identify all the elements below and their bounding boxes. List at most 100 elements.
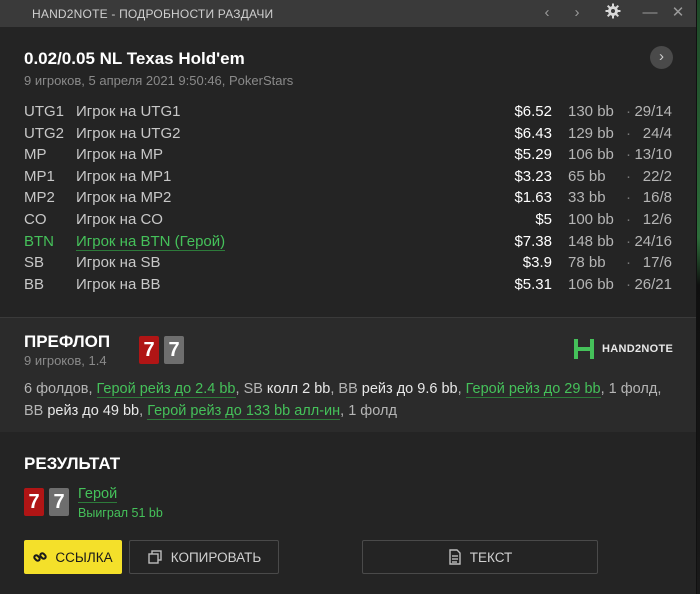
player-stack-bb: 129 bb	[568, 124, 614, 142]
player-stack-bb: 106 bb	[568, 146, 614, 164]
action-text: ,	[235, 381, 244, 397]
player-row: UTG1 Игрок на UTG1 $6.52 130 bb 29/14 ·	[24, 103, 676, 125]
player-name[interactable]: Игрок на MP1	[76, 168, 171, 185]
player-position: BB	[24, 275, 45, 293]
result-title: РЕЗУЛЬТАТ	[24, 454, 121, 473]
separator-dot: ·	[626, 103, 631, 120]
player-stack: $7.38	[514, 232, 552, 250]
player-name[interactable]: Игрок на BB	[76, 276, 160, 293]
player-stats: 17/6	[642, 254, 672, 272]
player-stats: 24/4	[642, 124, 672, 142]
player-stack: $3.9	[522, 254, 552, 272]
separator-dot: ·	[626, 210, 631, 228]
player-stack-bb: 148 bb	[568, 232, 614, 250]
copy-button-label: КОПИРОВАТЬ	[170, 549, 262, 565]
close-icon[interactable]: ✕	[668, 3, 688, 23]
player-row: BB Игрок на BB $5.31 106 bb 26/21 ·	[24, 276, 676, 298]
action-text: BB	[338, 381, 358, 397]
hand2note-logo: HAND2NOTE	[573, 338, 673, 360]
link-button[interactable]: ССЫЛКА	[24, 540, 122, 574]
action-text: колл 2 bb	[262, 381, 331, 397]
player-row: SB Игрок на SB $3.9 78 bb 17/6 ·	[24, 254, 676, 276]
minimize-icon[interactable]: —	[640, 3, 660, 23]
player-row: MP Игрок на MP $5.29 106 bb 13/10 ·	[24, 146, 676, 168]
player-stack: $5.31	[514, 275, 552, 293]
action-text: ,	[457, 381, 466, 397]
hand-details-window: HAND2NOTE - ПОДРОБНОСТИ РАЗДАЧИ ‹ › — ✕ …	[0, 0, 697, 594]
players-list: UTG1 Игрок на UTG1 $6.52 130 bb 29/14 · UTG2 Иг…	[24, 103, 676, 297]
hero-action[interactable]: Герой рейз до 29 bb	[465, 381, 601, 398]
player-position: BTN	[24, 232, 54, 250]
player-stats: 12/6	[642, 210, 672, 228]
separator-dot: ·	[626, 167, 631, 185]
text-button[interactable]: ТЕКСТ	[362, 540, 598, 574]
player-stats: 16/8	[642, 189, 672, 207]
player-name[interactable]: Игрок на MP2	[76, 189, 171, 206]
player-position: UTG1	[24, 103, 65, 120]
player-position: CO	[24, 210, 47, 228]
result-card-1: 7	[24, 488, 44, 516]
player-position: UTG2	[24, 124, 65, 142]
hole-card-2: 7	[164, 336, 184, 364]
text-button-label: ТЕКСТ	[469, 549, 513, 565]
player-stats: 26/21	[634, 275, 672, 293]
next-arrow-button[interactable]: ›	[650, 46, 673, 69]
action-text: SB	[243, 381, 263, 397]
player-stack: $5	[535, 210, 552, 228]
player-name[interactable]: Игрок на SB	[76, 254, 160, 271]
player-name[interactable]: Игрок на UTG2	[76, 125, 180, 142]
preflop-title: ПРЕФЛОП	[24, 332, 111, 351]
hero-action[interactable]: Герой рейз до 133 bb алл-ин	[147, 403, 341, 420]
action-text: рейз до 9.6 bb	[357, 381, 458, 397]
separator-dot: ·	[626, 275, 631, 293]
hand-subtitle: 9 игроков, 5 апреля 2021 9:50:46, PokerS…	[24, 73, 294, 88]
title-bar: HAND2NOTE - ПОДРОБНОСТИ РАЗДАЧИ ‹ › — ✕	[0, 0, 696, 27]
player-stack: $6.43	[514, 124, 552, 142]
result-card-2: 7	[49, 488, 69, 516]
player-stack: $3.23	[514, 167, 552, 185]
player-name[interactable]: Игрок на CO	[76, 211, 163, 228]
preflop-section: ПРЕФЛОП 9 игроков, 1.4 7 7 HAND2NOTE 6 ф…	[0, 317, 696, 432]
gear-icon[interactable]	[603, 3, 623, 23]
copy-button[interactable]: КОПИРОВАТЬ	[129, 540, 279, 574]
player-stack: $6.52	[514, 103, 552, 120]
separator-dot: ·	[626, 189, 631, 207]
hand-title: 0.02/0.05 NL Texas Hold'em	[24, 49, 245, 68]
hole-card-1: 7	[139, 336, 159, 364]
next-hand-icon[interactable]: ›	[567, 3, 587, 23]
player-stack-bb: 78 bb	[568, 254, 606, 272]
player-row: BTN Игрок на BTN (Герой) $7.38 148 bb 24/16 ·	[24, 233, 676, 255]
player-stack-bb: 33 bb	[568, 189, 606, 207]
player-name[interactable]: Игрок на UTG1	[76, 103, 180, 120]
separator-dot: ·	[626, 232, 631, 250]
result-won: Выиграл 51 bb	[78, 506, 163, 520]
separator-dot: ·	[626, 124, 631, 142]
player-stats: 24/16	[634, 232, 672, 250]
player-stats: 13/10	[634, 146, 672, 164]
action-text: рейз до 49 bb	[43, 403, 140, 419]
copy-icon	[147, 549, 163, 565]
action-text: ,	[139, 403, 148, 419]
hero-action[interactable]: Герой рейз до 2.4 bb	[96, 381, 236, 398]
player-stack: $5.29	[514, 146, 552, 164]
action-text: 6 фолдов,	[24, 381, 97, 397]
player-row: MP2 Игрок на MP2 $1.63 33 bb 16/8 ·	[24, 189, 676, 211]
player-name[interactable]: Игрок на BTN (Герой)	[76, 233, 226, 251]
window-title: HAND2NOTE - ПОДРОБНОСТИ РАЗДАЧИ	[32, 6, 274, 21]
prev-hand-icon[interactable]: ‹	[537, 3, 557, 23]
result-player-name[interactable]: Герой	[78, 486, 118, 503]
link-icon	[33, 550, 48, 564]
preflop-subtitle: 9 игроков, 1.4	[24, 353, 107, 368]
player-row: UTG2 Игрок на UTG2 $6.43 129 bb 24/4 ·	[24, 125, 676, 147]
player-position: SB	[24, 254, 45, 272]
player-stack-bb: 130 bb	[568, 103, 614, 120]
player-position: MP	[24, 146, 47, 164]
action-text: BB	[24, 403, 44, 419]
player-stats: 29/14	[634, 103, 672, 120]
player-row: CO Игрок на CO $5 100 bb 12/6 ·	[24, 211, 676, 233]
separator-dot: ·	[626, 146, 631, 164]
action-text: , 1 фолд,	[600, 381, 662, 397]
player-name[interactable]: Игрок на MP	[76, 146, 163, 163]
document-icon	[448, 549, 462, 565]
player-stack-bb: 65 bb	[568, 167, 606, 185]
